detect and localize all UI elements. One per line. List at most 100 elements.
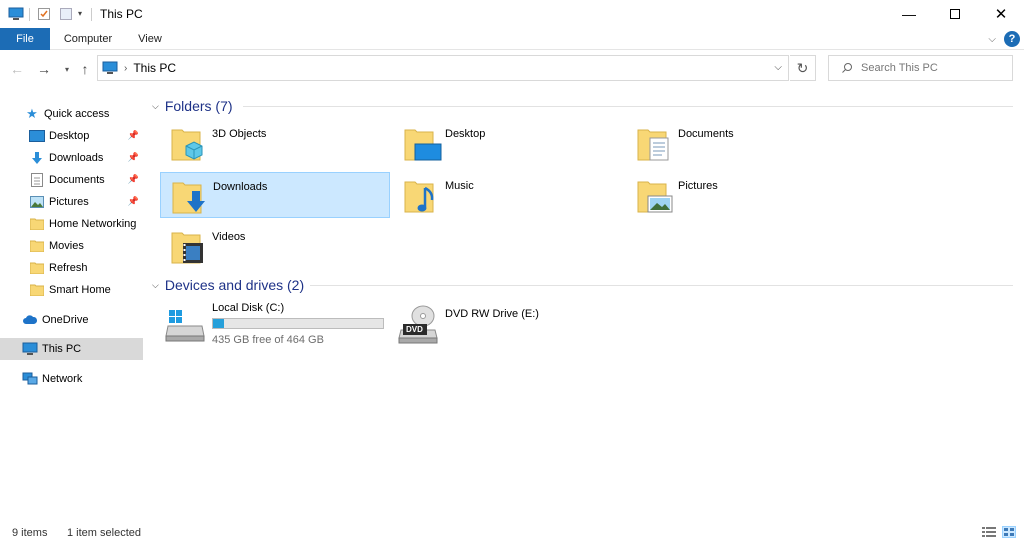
back-button[interactable]: ←: [8, 60, 26, 78]
ribbon-tabs: File Computer View ⌵ ?: [0, 28, 1024, 50]
separator: [29, 8, 30, 21]
breadcrumb[interactable]: This PC: [133, 61, 176, 75]
navigation-pane: ★ Quick access Desktop 📌 Downloads 📌 Doc…: [0, 96, 143, 516]
search-icon: [841, 62, 853, 74]
folder-icon: [29, 260, 45, 276]
breadcrumb-separator-icon[interactable]: ›: [124, 63, 127, 74]
sidebar-item-quick-access[interactable]: ★ Quick access: [0, 103, 143, 125]
sidebar-item-onedrive[interactable]: OneDrive: [0, 309, 143, 331]
minimize-button[interactable]: ―: [886, 0, 932, 28]
recent-locations-button[interactable]: ▾: [58, 60, 76, 78]
search-box[interactable]: [828, 55, 1013, 81]
separator: [91, 8, 92, 21]
pin-icon[interactable]: 📌: [128, 196, 139, 207]
pin-icon[interactable]: 📌: [128, 152, 139, 163]
folder-tile-desktop[interactable]: Desktop: [393, 120, 623, 166]
this-pc-window-icon[interactable]: [8, 7, 24, 23]
details-view-icon[interactable]: [982, 526, 996, 538]
sidebar-item-label: This PC: [42, 343, 82, 355]
chevron-down-icon: ▾: [64, 64, 69, 74]
windows-drive-icon: [164, 304, 205, 342]
drive-label: DVD RW Drive (E:): [445, 308, 539, 320]
drive-label: Local Disk (C:): [212, 302, 285, 314]
folder-tile-music[interactable]: Music: [393, 172, 623, 218]
forward-button[interactable]: →: [35, 60, 53, 78]
maximize-button[interactable]: [932, 0, 978, 28]
folder-tile-pictures[interactable]: Pictures: [626, 172, 856, 218]
minimize-icon: ―: [902, 6, 916, 22]
folder-label: Desktop: [445, 128, 486, 140]
help-button[interactable]: ?: [1004, 31, 1020, 47]
close-icon: ✕: [994, 6, 1008, 23]
expand-ribbon-icon[interactable]: ⌵: [988, 34, 996, 45]
sidebar-item-movies[interactable]: Movies: [0, 235, 143, 257]
refresh-icon: ↻: [796, 59, 809, 76]
divider: [310, 285, 1013, 286]
disk-usage-fill: [213, 319, 224, 328]
customize-quick-access-icon[interactable]: ▾: [78, 9, 82, 18]
large-icons-view-icon[interactable]: [1002, 526, 1016, 538]
folders-group-header[interactable]: ⌵ Folders (7): [152, 98, 233, 114]
drive-tile-local-disk[interactable]: Local Disk (C:) 435 GB free of 464 GB: [160, 300, 390, 350]
new-folder-icon[interactable]: [59, 7, 75, 23]
sidebar-item-documents[interactable]: Documents 📌: [0, 169, 143, 191]
address-dropdown-icon[interactable]: ⌵: [774, 62, 782, 73]
sidebar-item-network[interactable]: Network: [0, 368, 143, 390]
forward-arrow-icon: →: [37, 61, 51, 77]
folder-tile-3d-objects[interactable]: 3D Objects: [160, 120, 390, 166]
collapse-chevron-icon[interactable]: ⌵: [152, 101, 159, 112]
folder-icon: [29, 216, 45, 232]
download-icon: [29, 150, 45, 166]
ribbon-controls: ⌵ ?: [988, 31, 1020, 47]
window-title: This PC: [100, 7, 143, 21]
sidebar-item-pictures[interactable]: Pictures 📌: [0, 191, 143, 213]
sidebar-item-label: Pictures: [49, 196, 89, 208]
documents-folder-icon: [636, 124, 672, 162]
drive-tile-dvd[interactable]: DVD DVD RW Drive (E:): [393, 300, 623, 350]
up-arrow-icon: ↑: [81, 61, 89, 77]
properties-icon[interactable]: [37, 7, 53, 23]
folder-tile-documents[interactable]: Documents: [626, 120, 856, 166]
folder-icon: [29, 282, 45, 298]
sidebar-item-desktop[interactable]: Desktop 📌: [0, 125, 143, 147]
tab-view[interactable]: View: [130, 28, 170, 50]
folder-label: Music: [445, 180, 474, 192]
refresh-button[interactable]: ↻: [790, 55, 816, 81]
up-button[interactable]: ↑: [76, 60, 94, 78]
sidebar-item-downloads[interactable]: Downloads 📌: [0, 147, 143, 169]
folder-label: Videos: [212, 231, 246, 243]
folder-icon: [29, 238, 45, 254]
pictures-icon: [29, 194, 45, 210]
music-folder-icon: [403, 176, 439, 214]
sidebar-item-label: Downloads: [49, 152, 104, 164]
sidebar-item-refresh[interactable]: Refresh: [0, 257, 143, 279]
folder-tile-videos[interactable]: Videos: [160, 223, 390, 269]
sidebar-item-home-networking[interactable]: Home Networking: [0, 213, 143, 235]
search-input[interactable]: [861, 62, 1001, 74]
back-arrow-icon: ←: [10, 61, 24, 77]
close-button[interactable]: ✕: [978, 0, 1024, 28]
collapse-chevron-icon[interactable]: ⌵: [152, 280, 159, 291]
sidebar-item-smart-home[interactable]: Smart Home: [0, 279, 143, 301]
videos-folder-icon: [170, 227, 206, 265]
divider: [243, 106, 1013, 107]
3d-objects-folder-icon: [170, 124, 206, 162]
address-bar[interactable]: › This PC ⌵: [97, 55, 789, 81]
pin-icon[interactable]: 📌: [128, 174, 139, 185]
title-bar: ▾ This PC ― ✕: [0, 0, 1024, 28]
folder-tile-downloads[interactable]: Downloads: [160, 172, 390, 218]
star-icon: ★: [26, 106, 38, 121]
tab-computer[interactable]: Computer: [58, 28, 118, 50]
drive-free-space: 435 GB free of 464 GB: [212, 334, 324, 346]
folder-label: Documents: [678, 128, 734, 140]
sidebar-item-this-pc[interactable]: This PC: [0, 338, 143, 360]
pin-icon[interactable]: 📌: [128, 130, 139, 141]
tab-file[interactable]: File: [0, 28, 50, 50]
sidebar-item-label: Smart Home: [49, 284, 111, 296]
sidebar-item-label: Home Networking: [49, 218, 137, 230]
dvd-drive-icon: DVD: [397, 304, 438, 344]
this-pc-icon: [102, 61, 118, 75]
sidebar-item-label: Network: [42, 373, 83, 385]
sidebar-item-label: Quick access: [44, 108, 110, 120]
devices-group-header[interactable]: ⌵ Devices and drives (2): [152, 277, 304, 293]
